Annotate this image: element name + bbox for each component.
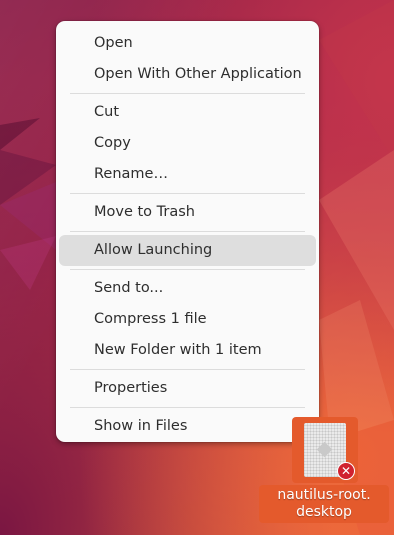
menu-item-send-to[interactable]: Send to... xyxy=(59,273,316,304)
menu-separator xyxy=(70,407,305,408)
file-name-line-2: desktop xyxy=(296,504,352,520)
menu-item-properties[interactable]: Properties xyxy=(59,373,316,404)
menu-separator xyxy=(70,369,305,370)
file-glyph-icon xyxy=(316,441,333,458)
menu-separator xyxy=(70,93,305,94)
desktop-file-label[interactable]: nautilus-root. desktop xyxy=(259,485,389,523)
menu-item-new-folder-with-item[interactable]: New Folder with 1 item xyxy=(59,335,316,366)
menu-separator xyxy=(70,231,305,232)
menu-item-open[interactable]: Open xyxy=(59,28,316,59)
menu-item-copy[interactable]: Copy xyxy=(59,128,316,159)
menu-item-cut[interactable]: Cut xyxy=(59,97,316,128)
menu-item-compress[interactable]: Compress 1 file xyxy=(59,304,316,335)
close-icon: ✕ xyxy=(337,462,355,480)
menu-item-open-with[interactable]: Open With Other Application xyxy=(59,59,316,90)
file-name-line-1: nautilus-root. xyxy=(277,487,371,503)
menu-item-show-in-files[interactable]: Show in Files xyxy=(59,411,316,442)
desktop-file-icon[interactable]: ✕ xyxy=(292,417,358,483)
menu-separator xyxy=(70,269,305,270)
context-menu: Open Open With Other Application Cut Cop… xyxy=(56,21,319,442)
menu-separator xyxy=(70,193,305,194)
menu-item-move-to-trash[interactable]: Move to Trash xyxy=(59,197,316,228)
menu-item-allow-launching[interactable]: Allow Launching xyxy=(59,235,316,266)
menu-item-rename[interactable]: Rename… xyxy=(59,159,316,190)
